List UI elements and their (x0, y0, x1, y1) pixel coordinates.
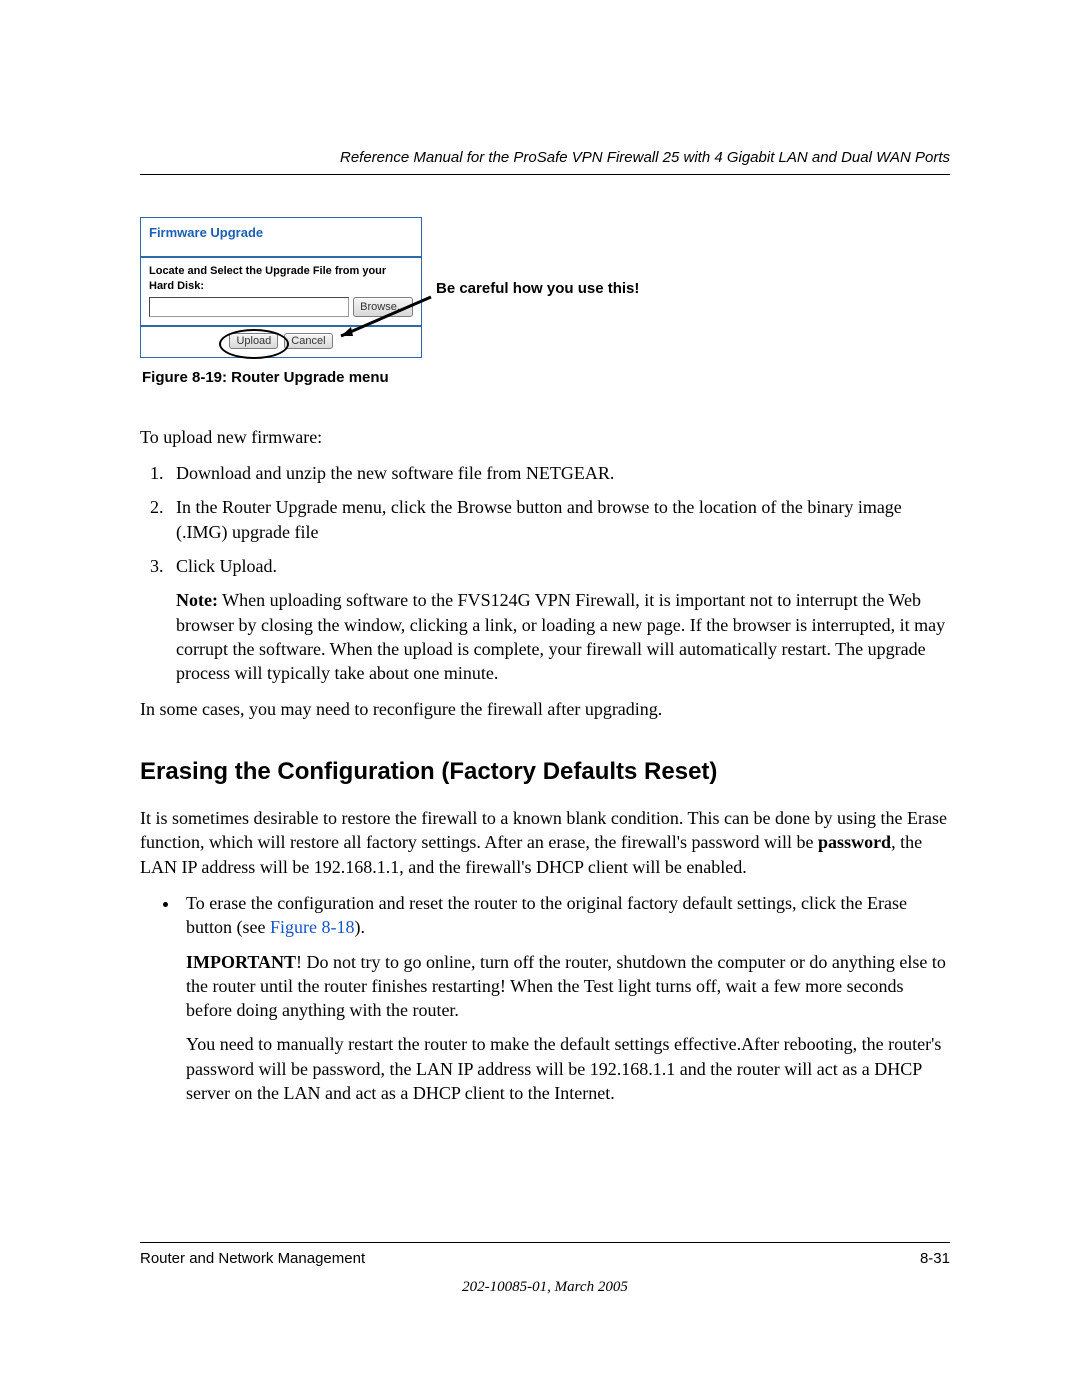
step-2: In the Router Upgrade menu, click the Br… (168, 495, 950, 544)
important-label: IMPORTANT (186, 952, 296, 972)
step-1-text: Download and unzip the new software file… (176, 463, 614, 483)
bullet-list: To erase the configuration and reset the… (140, 891, 950, 1105)
firmware-upgrade-screenshot: Firmware Upgrade Locate and Select the U… (140, 217, 422, 358)
figure-8-18-link[interactable]: Figure 8-18 (270, 917, 355, 937)
bullet-1: To erase the configuration and reset the… (180, 891, 950, 1105)
cancel-button[interactable]: Cancel (284, 333, 332, 349)
intro-text: To upload new firmware: (140, 425, 950, 449)
callout-text: Be careful how you use this! (436, 279, 639, 299)
figure-row: Firmware Upgrade Locate and Select the U… (140, 217, 950, 358)
figure-caption: Figure 8-19: Router Upgrade menu (142, 368, 950, 388)
footer-left: Router and Network Management (140, 1249, 365, 1269)
panel-title: Firmware Upgrade (141, 218, 421, 258)
page-footer: Router and Network Management 8-31 202-1… (140, 1242, 950, 1298)
browse-button[interactable]: Browse... (353, 297, 413, 317)
footer-sub: 202-10085-01, March 2005 (140, 1277, 950, 1297)
bullet-restart-para: You need to manually restart the router … (186, 1032, 950, 1105)
section-intro-bold: password (818, 832, 891, 852)
note-label: Note: (176, 590, 218, 610)
upload-button[interactable]: Upload (229, 333, 278, 349)
note-body: When uploading software to the FVS124G V… (176, 590, 945, 683)
step-2-text: In the Router Upgrade menu, click the Br… (176, 497, 902, 541)
after-steps-text: In some cases, you may need to reconfigu… (140, 697, 950, 721)
running-header: Reference Manual for the ProSafe VPN Fir… (140, 148, 950, 175)
locate-file-label: Locate and Select the Upgrade File from … (149, 264, 413, 294)
file-path-input[interactable] (149, 297, 349, 317)
bullet-1-end: ). (354, 917, 365, 937)
bullet-important: IMPORTANT! Do not try to go online, turn… (186, 950, 950, 1023)
step-3-note: Note: When uploading software to the FVS… (176, 588, 950, 685)
important-body: ! Do not try to go online, turn off the … (186, 952, 946, 1021)
section-heading: Erasing the Configuration (Factory Defau… (140, 756, 950, 788)
step-1: Download and unzip the new software file… (168, 461, 950, 485)
step-3-text: Click Upload. (176, 556, 277, 576)
section-intro: It is sometimes desirable to restore the… (140, 806, 950, 879)
steps-list: Download and unzip the new software file… (140, 461, 950, 685)
footer-right: 8-31 (920, 1249, 950, 1269)
step-3: Click Upload. Note: When uploading softw… (168, 554, 950, 685)
